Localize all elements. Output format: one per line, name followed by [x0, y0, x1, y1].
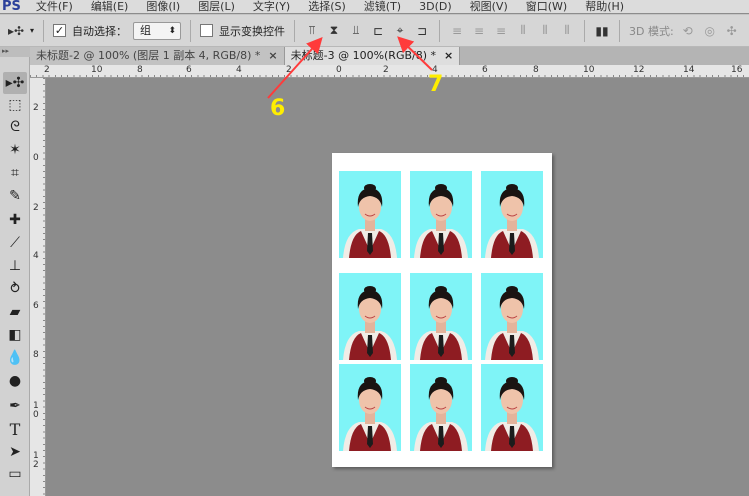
annotation-arrows	[267, 36, 433, 99]
annotation-6: 6	[270, 96, 286, 121]
arrow-7	[397, 36, 433, 71]
annotation-7: 7	[428, 72, 444, 97]
arrow-6	[267, 37, 323, 99]
